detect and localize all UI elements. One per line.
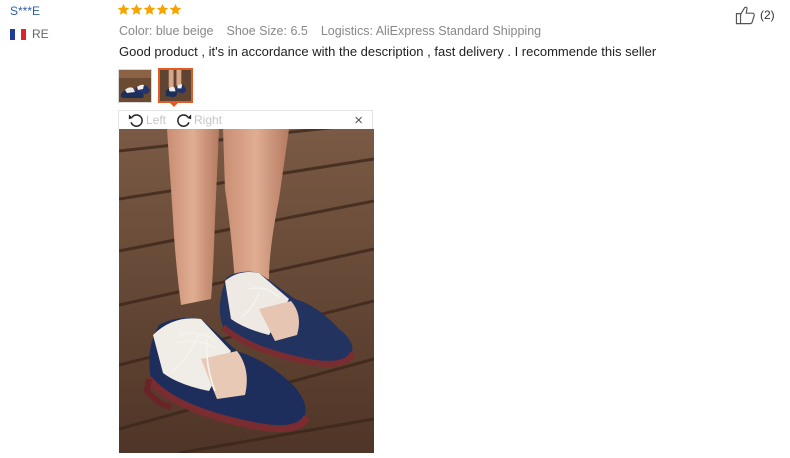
review-photo[interactable]: [119, 129, 374, 453]
shoe-thumbnail-image: [119, 70, 151, 102]
selected-thumbnail-pointer: [169, 102, 179, 107]
shoe-thumbnail-image: [160, 70, 191, 101]
attr-logistics: Logistics: AliExpress Standard Shipping: [320, 24, 542, 38]
review-attributes: Color: blue beige Shoe Size: 6.5 Logisti…: [119, 24, 541, 38]
star-icon: [117, 3, 130, 15]
reviewer-country: RE: [10, 27, 49, 41]
thumbs-up-icon: [735, 6, 755, 25]
rotate-left-label: Left: [146, 113, 167, 127]
star-icon: [143, 3, 156, 15]
star-icon: [156, 3, 169, 15]
thumbnail-2-selected[interactable]: [158, 68, 193, 103]
attr-shoe-size: Shoe Size: 6.5: [226, 24, 308, 38]
rotate-right-label: Right: [194, 113, 223, 127]
star-icon: [169, 3, 182, 15]
rotate-left-button[interactable]: Left: [127, 111, 166, 129]
reviewer-name: S***E: [10, 4, 41, 18]
helpful-button[interactable]: (2): [735, 5, 775, 25]
flag-france-icon: [10, 28, 26, 40]
image-viewer-toolbar: Left Right ×: [118, 110, 373, 129]
rotate-right-button[interactable]: Right: [175, 111, 222, 129]
thumbnail-1[interactable]: [118, 69, 152, 103]
review-text: Good product , it's in accordance with t…: [119, 44, 657, 59]
close-viewer-button[interactable]: ×: [354, 111, 363, 130]
star-icon: [130, 3, 143, 15]
rotate-right-icon: [177, 114, 192, 127]
attr-color: Color: blue beige: [119, 24, 214, 38]
star-rating: [117, 3, 182, 16]
rotate-left-icon: [128, 114, 143, 127]
country-code: RE: [32, 27, 49, 41]
helpful-count: (2): [760, 8, 775, 22]
review-photo-image: [119, 129, 374, 453]
